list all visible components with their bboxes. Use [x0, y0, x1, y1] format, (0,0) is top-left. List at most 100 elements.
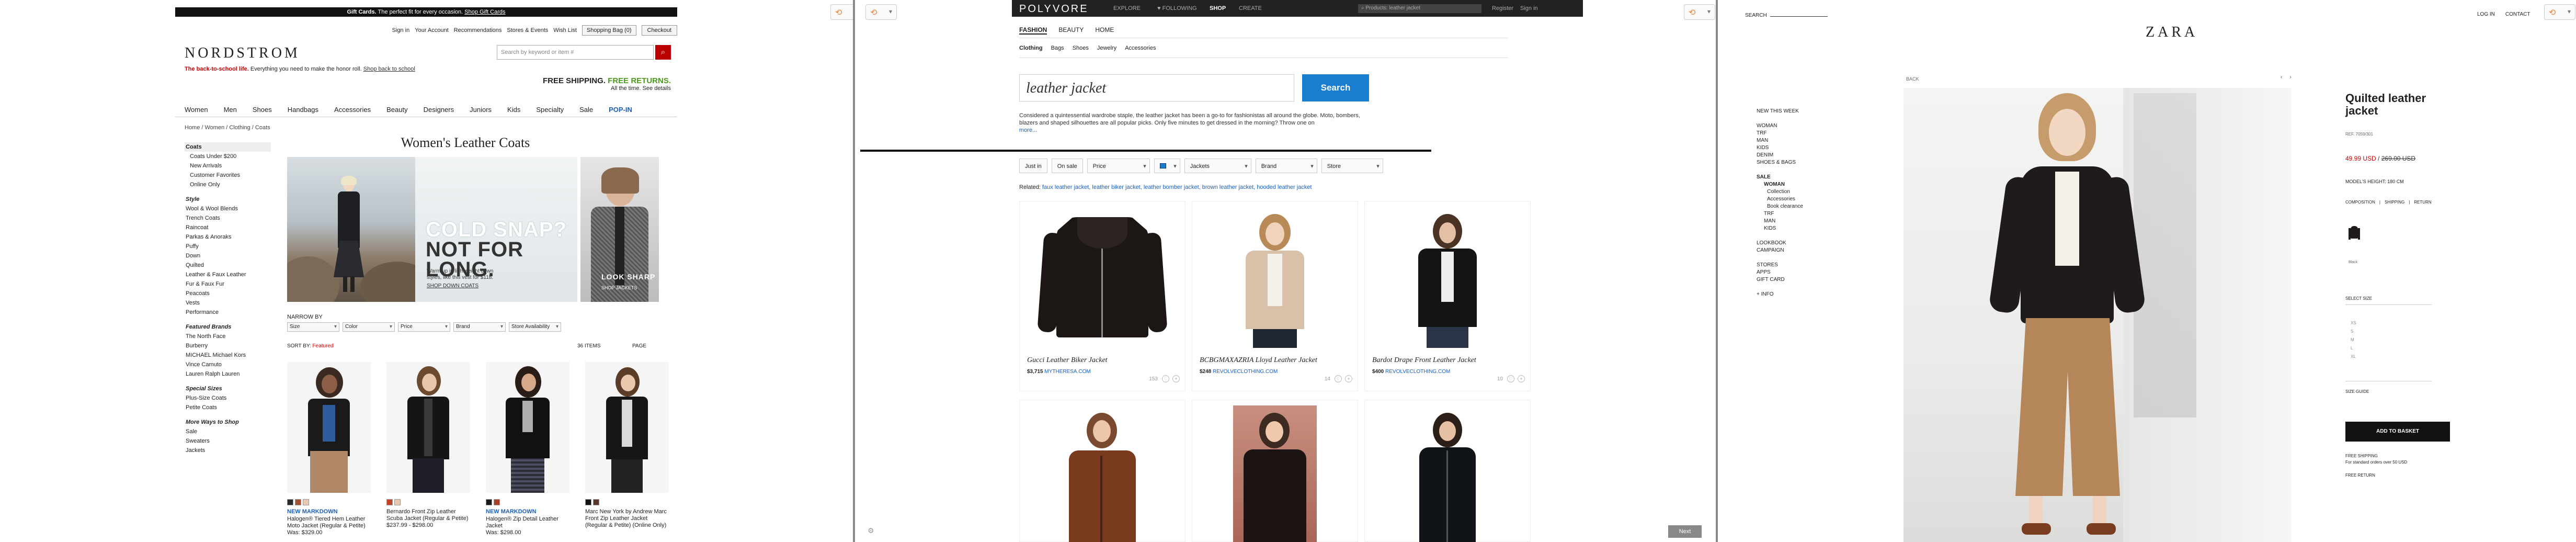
sign-in-link[interactable]: Sign in	[392, 27, 410, 33]
sidebar-item-coats[interactable]: Coats	[185, 142, 271, 152]
swatch[interactable]	[287, 499, 293, 505]
product-card[interactable]: Gucci Leather Biker Jacket $3,715 MYTHER…	[1019, 201, 1186, 391]
free-shipping-details[interactable]: All the time. See details	[543, 85, 671, 92]
sidebar-item[interactable]: Plus-Size Coats	[185, 393, 271, 403]
product-title[interactable]: Halogen® Tiered Hem Leather Moto Jacket …	[287, 516, 366, 529]
add-icon[interactable]: +	[1172, 375, 1180, 382]
sidebar-item[interactable]: Fur & Faux Fur	[185, 279, 271, 289]
menu-sale[interactable]: SALE	[1757, 174, 1803, 181]
nav-following[interactable]: ♥ FOLLOWING	[1157, 5, 1197, 12]
product-card[interactable]	[1192, 400, 1358, 542]
sidebar-item[interactable]: Parkas & Anoraks	[185, 232, 271, 242]
product-image[interactable]	[486, 362, 569, 493]
store-filter[interactable]: Store	[1321, 159, 1383, 173]
sidebar-item[interactable]: Online Only	[185, 180, 271, 189]
menu-sale-trf[interactable]: TRF	[1757, 210, 1803, 218]
recommendations-link[interactable]: Recommendations	[454, 27, 502, 33]
product-image[interactable]	[1198, 207, 1352, 348]
swatch[interactable]	[593, 499, 599, 505]
menu-man[interactable]: MAN	[1757, 137, 1803, 144]
hero-shop-link[interactable]: SHOP DOWN COATS	[427, 283, 505, 289]
nav-women[interactable]: Women	[175, 104, 214, 117]
add-to-basket-button[interactable]: ADD TO BASKET	[2345, 422, 2450, 442]
sidebar-item[interactable]: Vests	[185, 298, 271, 308]
product-card[interactable]: Bernardo Front Zip Leather Scuba Jacket …	[386, 362, 470, 528]
top-search-input[interactable]: ⌕ Products: leather jacket	[1358, 4, 1481, 13]
menu-sale-kids[interactable]: KIDS	[1757, 225, 1803, 232]
sidebar-item[interactable]: Burberry	[185, 341, 271, 351]
sidebar-item[interactable]: Raincoat	[185, 223, 271, 232]
sidebar-item[interactable]: Coats Under $200	[185, 152, 271, 161]
search-input[interactable]: leather jacket	[1019, 74, 1294, 101]
nav-designers[interactable]: Designers	[414, 104, 461, 117]
menu-apps[interactable]: APPS	[1757, 269, 1803, 276]
sidebar-item[interactable]: Quilted	[185, 261, 271, 270]
menu-campaign[interactable]: CAMPAIGN	[1757, 247, 1803, 254]
on-sale-filter[interactable]: On sale	[1051, 159, 1083, 173]
store-link[interactable]: MYTHERESA.COM	[1044, 369, 1090, 375]
product-title[interactable]: Halogen® Zip Detail Leather Jacket	[486, 516, 558, 529]
size-option[interactable]: XS	[2351, 319, 2356, 328]
wishlist-link[interactable]: Wish List	[553, 27, 577, 33]
product-title[interactable]: Marc New York by Andrew Marc Front Zip L…	[585, 509, 667, 528]
polyvore-logo[interactable]: POLYVORE	[1019, 3, 1089, 15]
shipping-link[interactable]: SHIPPING	[2385, 200, 2404, 205]
next-button[interactable]: Next	[1668, 525, 1702, 538]
product-title[interactable]: Bernardo Front Zip Leather Scuba Jacket …	[386, 509, 469, 522]
sidebar-item[interactable]: Sale	[185, 427, 271, 436]
product-name[interactable]: Bardot Drape Front Leather Jacket	[1372, 356, 1524, 365]
zara-logo[interactable]: ZARA	[2146, 24, 2198, 41]
sidebar-item[interactable]: Jackets	[185, 446, 271, 455]
stores-link[interactable]: Stores & Events	[507, 27, 548, 33]
sidebar-item[interactable]: Puffy	[185, 242, 271, 251]
product-name[interactable]: Bernardo Front Zip Leather Scuba Jacket …	[386, 509, 470, 529]
product-name[interactable]: Halogen® Zip Detail Leather Jacket Was: $…	[486, 516, 569, 536]
menu-kids[interactable]: KIDS	[1757, 144, 1803, 152]
sidebar-item[interactable]: Leather & Faux Leather	[185, 270, 271, 279]
extension-widget[interactable]: ⟲▾	[865, 4, 897, 20]
like-icon[interactable]: ♡	[1507, 375, 1514, 382]
tab-jewelry[interactable]: Jewelry	[1097, 45, 1116, 51]
size-option[interactable]: L	[2351, 344, 2356, 353]
extension-widget[interactable]: ⟲▾	[1684, 4, 1715, 20]
product-card[interactable]	[1019, 400, 1186, 542]
next-icon[interactable]: ›	[2289, 74, 2298, 80]
b2s-link[interactable]: Shop back to school	[363, 66, 415, 72]
nav-men[interactable]: Men	[214, 104, 243, 117]
menu-info[interactable]: + INFO	[1757, 291, 1803, 298]
product-image[interactable]	[386, 362, 470, 493]
size-option[interactable]: S	[2351, 328, 2356, 336]
composition-link[interactable]: COMPOSITION	[2345, 200, 2375, 205]
product-image[interactable]	[1370, 207, 1525, 348]
product-name[interactable]: Halogen® Tiered Hem Leather Moto Jacket …	[287, 516, 371, 536]
swatch[interactable]	[394, 499, 401, 505]
look-sharp-banner[interactable]: LOOK SHARP SHOP JACKETS	[580, 157, 659, 302]
nav-beauty[interactable]: Beauty	[377, 104, 414, 117]
sidebar-item[interactable]: New Arrivals	[185, 161, 271, 171]
product-card[interactable]: NEW MARKDOWN Halogen® Zip Detail Leather…	[486, 362, 569, 536]
search-field[interactable]: SEARCH	[1745, 13, 1828, 18]
nav-shoes[interactable]: Shoes	[243, 104, 278, 117]
menu-sale-man[interactable]: MAN	[1757, 218, 1803, 225]
nav-kids[interactable]: Kids	[498, 104, 527, 117]
tab-shoes[interactable]: Shoes	[1073, 45, 1089, 51]
nav-create[interactable]: CREATE	[1239, 5, 1262, 12]
sidebar-item[interactable]: Customer Favorites	[185, 171, 271, 180]
nav-specialty[interactable]: Specialty	[527, 104, 570, 117]
nav-popin[interactable]: POP-IN	[599, 104, 639, 117]
tab-beauty[interactable]: BEAUTY	[1058, 26, 1084, 35]
sidebar-item[interactable]: MICHAEL Michael Kors	[185, 351, 271, 360]
product-photo[interactable]	[1903, 88, 2292, 542]
menu-denim[interactable]: DENIM	[1757, 152, 1803, 159]
size-option[interactable]: XL	[2351, 353, 2356, 361]
swatch[interactable]	[295, 499, 301, 505]
menu-woman[interactable]: WOMAN	[1757, 122, 1803, 130]
breadcrumb[interactable]: Home / Women / Clothing / Coats	[185, 125, 270, 131]
swatch[interactable]	[303, 499, 309, 505]
search-input[interactable]: Search by keyword or item #	[497, 45, 654, 60]
tab-bags[interactable]: Bags	[1051, 45, 1064, 51]
page-select[interactable]: PAGE	[632, 343, 646, 349]
login-link[interactable]: LOG IN	[2477, 12, 2495, 17]
product-image[interactable]	[1025, 405, 1180, 542]
tab-clothing[interactable]: Clothing	[1019, 45, 1043, 51]
